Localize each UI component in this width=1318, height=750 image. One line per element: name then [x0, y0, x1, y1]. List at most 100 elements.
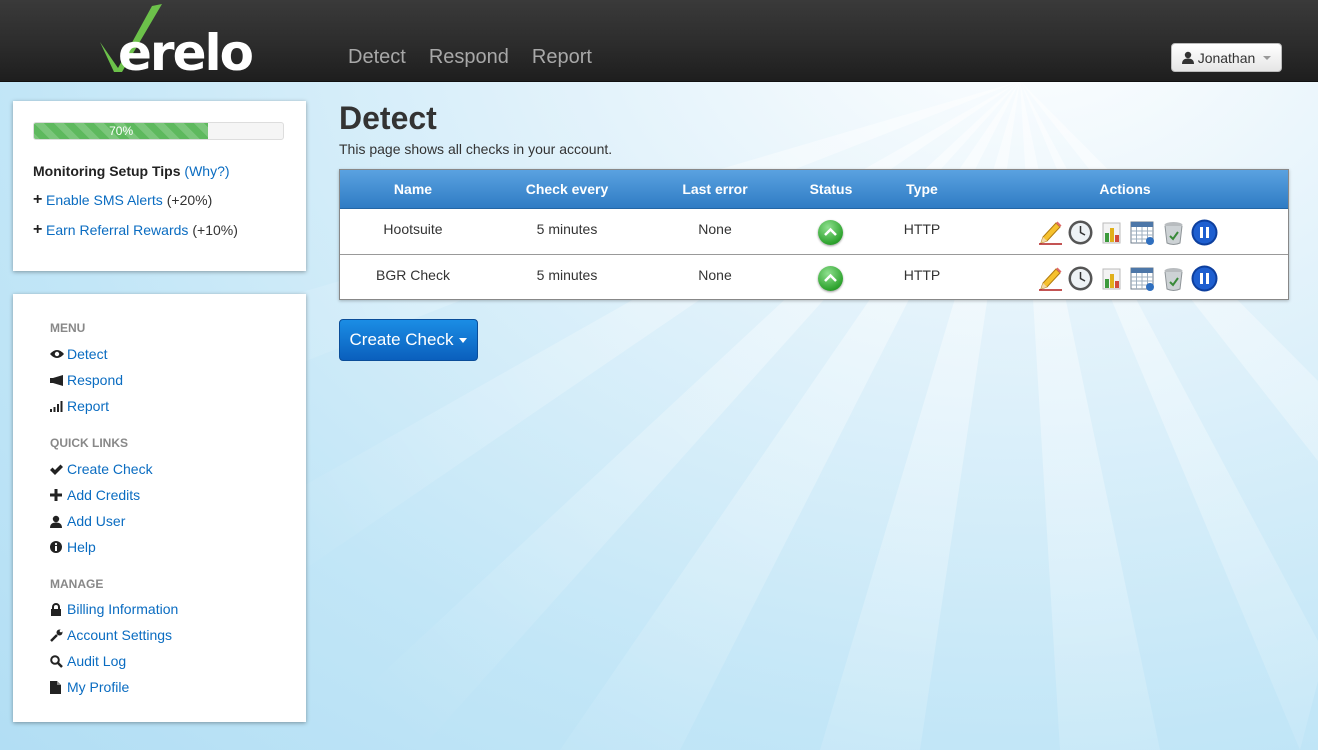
search-icon — [50, 654, 67, 668]
sidebar-label[interactable]: Report — [67, 398, 109, 414]
pencil-icon[interactable] — [1036, 265, 1063, 292]
col-name[interactable]: Name — [340, 170, 486, 208]
tip-referral: + Earn Referral Rewards (+10%) — [33, 221, 238, 239]
chevron-down-icon — [459, 337, 468, 343]
sidebar-label[interactable]: Respond — [67, 372, 123, 388]
tip-bonus: (+10%) — [192, 222, 238, 238]
nav-detect[interactable]: Detect — [348, 46, 406, 69]
quick-links-heading: QUICK LINKS — [50, 436, 128, 450]
lock-icon — [50, 602, 67, 616]
user-menu-button[interactable]: Jonathan — [1171, 43, 1282, 72]
chevron-down-icon — [1263, 55, 1272, 60]
check-last-error: None — [698, 221, 732, 237]
tip-bonus: (+20%) — [166, 192, 213, 208]
checks-table: Name Check every Last error Status Type … — [339, 169, 1289, 300]
check-interval: 5 minutes — [536, 267, 598, 283]
brand-logo-text[interactable]: erelo — [118, 24, 254, 82]
check-interval: 5 minutes — [536, 221, 598, 237]
plus-icon: + — [33, 221, 43, 238]
signal-bars-icon — [50, 400, 67, 412]
create-check-label: Create Check — [349, 330, 454, 349]
col-last-error[interactable]: Last error — [658, 170, 772, 208]
sidebar-item-detect[interactable]: Detect — [50, 346, 107, 362]
sidebar-label[interactable]: Create Check — [67, 461, 153, 477]
row-actions — [1036, 219, 1218, 246]
pause-icon[interactable] — [1191, 265, 1218, 292]
sidebar-item-respond[interactable]: Respond — [50, 372, 123, 388]
nav-report[interactable]: Report — [532, 46, 592, 69]
clock-icon[interactable] — [1067, 219, 1094, 246]
user-icon — [50, 515, 67, 528]
tips-title: Monitoring Setup Tips (Why?) — [33, 163, 230, 179]
row-actions — [1036, 265, 1218, 292]
sidebar-item-report[interactable]: Report — [50, 398, 109, 414]
table-row: BGR Check 5 minutes None HTTP — [340, 255, 1288, 300]
sidebar-label[interactable]: Audit Log — [67, 653, 126, 669]
enable-sms-link[interactable]: Enable SMS Alerts — [46, 192, 163, 208]
manage-billing[interactable]: Billing Information — [50, 601, 178, 617]
sidebar-label[interactable]: My Profile — [67, 679, 129, 695]
table-row: Hootsuite 5 minutes None HTTP — [340, 209, 1288, 255]
tips-title-text: Monitoring Setup Tips — [33, 163, 181, 179]
col-check-every[interactable]: Check every — [500, 170, 634, 208]
pause-icon[interactable] — [1191, 219, 1218, 246]
sidebar-label[interactable]: Detect — [67, 346, 107, 362]
why-link[interactable]: (Why?) — [184, 163, 229, 179]
checkmark-icon — [50, 464, 67, 475]
check-type: HTTP — [903, 267, 941, 283]
table-header: Name Check every Last error Status Type … — [340, 170, 1288, 209]
progress-fill: 70% — [34, 123, 209, 139]
earn-referral-link[interactable]: Earn Referral Rewards — [46, 222, 188, 238]
sidebar-menu-panel: MENU Detect Respond Report QUICK LINKS C… — [13, 294, 306, 722]
col-type[interactable]: Type — [886, 170, 958, 208]
check-type: HTTP — [903, 221, 941, 237]
nav-respond[interactable]: Respond — [429, 46, 509, 69]
page-title: Detect — [339, 100, 437, 136]
clock-icon[interactable] — [1067, 265, 1094, 292]
col-actions: Actions — [1099, 181, 1151, 197]
trash-icon[interactable] — [1160, 265, 1187, 292]
menu-heading: MENU — [50, 321, 86, 335]
manage-heading: MANAGE — [50, 577, 104, 591]
manage-account-settings[interactable]: Account Settings — [50, 627, 172, 643]
status-up-icon — [818, 220, 843, 245]
sidebar-label[interactable]: Add User — [67, 513, 125, 529]
file-icon — [50, 680, 67, 694]
megaphone-icon — [50, 374, 67, 386]
sidebar-label[interactable]: Help — [67, 539, 96, 555]
main-nav: Detect Respond Report — [348, 46, 592, 69]
check-name[interactable]: Hootsuite — [340, 209, 486, 249]
pencil-icon[interactable] — [1036, 219, 1063, 246]
plus-icon: + — [33, 191, 43, 208]
page-subtitle: This page shows all checks in your accou… — [339, 141, 613, 157]
trash-icon[interactable] — [1160, 219, 1187, 246]
eye-icon — [50, 349, 67, 359]
user-name: Jonathan — [1197, 49, 1256, 66]
user-icon — [1181, 51, 1194, 64]
tip-sms: + Enable SMS Alerts (+20%) — [33, 191, 213, 209]
manage-audit-log[interactable]: Audit Log — [50, 653, 126, 669]
sidebar-label[interactable]: Account Settings — [67, 627, 172, 643]
status-up-icon — [818, 266, 843, 291]
wrench-icon — [50, 629, 67, 642]
quick-link-add-credits[interactable]: Add Credits — [50, 487, 140, 503]
check-name[interactable]: BGR Check — [340, 255, 486, 295]
create-check-button[interactable]: Create Check — [339, 319, 478, 361]
bar-chart-icon[interactable] — [1098, 219, 1125, 246]
setup-progress-bar: 70% — [33, 122, 284, 140]
bar-chart-icon[interactable] — [1098, 265, 1125, 292]
sidebar-label[interactable]: Billing Information — [67, 601, 178, 617]
calendar-icon[interactable] — [1129, 265, 1156, 292]
info-icon — [50, 541, 67, 553]
calendar-icon[interactable] — [1129, 219, 1156, 246]
setup-tips-panel: 70% Monitoring Setup Tips (Why?) + Enabl… — [13, 101, 306, 271]
col-status[interactable]: Status — [790, 170, 872, 208]
sidebar-label[interactable]: Add Credits — [67, 487, 140, 503]
quick-link-create-check[interactable]: Create Check — [50, 461, 153, 477]
check-last-error: None — [698, 267, 732, 283]
manage-my-profile[interactable]: My Profile — [50, 679, 129, 695]
quick-link-help[interactable]: Help — [50, 539, 96, 555]
plus-icon — [50, 489, 67, 501]
top-navbar: erelo Detect Respond Report Jonathan — [0, 0, 1318, 82]
quick-link-add-user[interactable]: Add User — [50, 513, 125, 529]
